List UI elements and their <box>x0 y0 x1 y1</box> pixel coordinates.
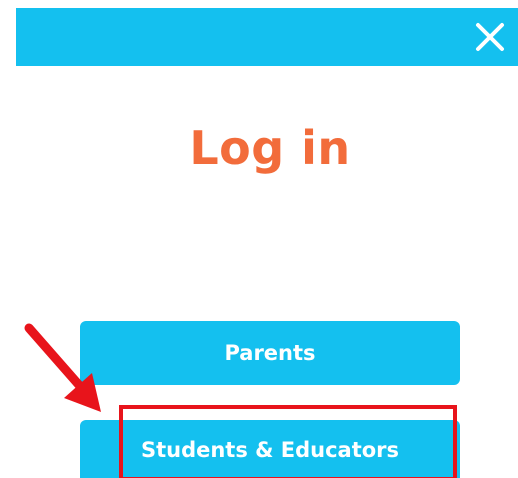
students-educators-button-label: Students & Educators <box>140 438 400 462</box>
students-educators-button[interactable]: Students & Educators <box>80 420 460 478</box>
parents-button-label: Parents <box>224 341 316 365</box>
parents-button[interactable]: Parents <box>80 321 460 385</box>
page-title: Log in <box>189 121 351 175</box>
header-bar <box>16 8 518 66</box>
annotation-arrow-icon <box>24 323 101 412</box>
close-button[interactable] <box>470 17 510 57</box>
login-dialog: Log in Parents Students & Educators <box>0 0 518 478</box>
close-icon <box>476 23 504 51</box>
